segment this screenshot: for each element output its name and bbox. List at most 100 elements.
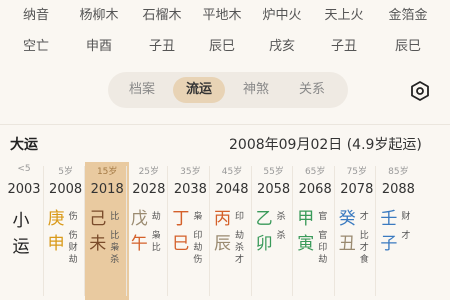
dayun-zhi: 辰 <box>214 234 231 254</box>
nayin-cell: 天上火 <box>324 8 364 23</box>
dayun-year: 2018 <box>90 182 124 197</box>
dayun-column[interactable]: 65岁 2068 甲寅 官官印劫 <box>293 162 337 300</box>
dayun-age: 75岁 <box>346 167 368 177</box>
tab-2[interactable]: 流运 <box>173 77 225 103</box>
dayun-age: 55岁 <box>263 167 284 177</box>
kongwang-cell: 辰巳 <box>208 39 235 54</box>
nayin-cell: 炉中火 <box>262 8 302 23</box>
dayun-column[interactable]: 55岁 2058 乙卯杀杀 <box>252 162 296 300</box>
dayun-gan: 丙 <box>214 209 231 229</box>
dayun-gan: 甲 <box>297 209 315 229</box>
dayun-zhi-shishen: 比枭杀 <box>110 231 120 265</box>
kongwang-row: 空亡 申酉 子丑 辰巳 戌亥 子丑 辰巳 <box>0 36 450 58</box>
column-divider <box>250 166 252 296</box>
dayun-age: 5岁 <box>58 167 73 177</box>
dayun-age: 15岁 <box>96 167 118 177</box>
nayin-cell: 平地木 <box>202 8 242 23</box>
tab-4[interactable]: 关系 <box>286 77 338 103</box>
dayun-zhi: 未 <box>89 234 107 254</box>
kongwang-cell: 子丑 <box>330 39 357 54</box>
dayun-gan: 癸 <box>338 209 356 229</box>
dayun-zhi-shishen: 官印劫 <box>318 231 328 265</box>
dayun-gan-shishen: 官 <box>318 212 328 222</box>
dayun-zhi-shishen: 比才食 <box>359 231 369 265</box>
column-divider <box>292 166 294 296</box>
column-divider <box>167 166 169 296</box>
tab-3[interactable]: 神煞 <box>230 77 282 103</box>
dayun-zhi: 卯 <box>255 234 273 254</box>
dayun-year: 2078 <box>340 182 374 197</box>
dayun-zhi-shishen: 印劫伤 <box>193 231 203 265</box>
dayun-age: 45岁 <box>221 167 243 177</box>
dayun-gan: 己 <box>89 209 107 229</box>
dayun-year: 2058 <box>257 182 291 197</box>
dayun-zhi: 巳 <box>172 234 190 254</box>
dayun-zhi: 丑 <box>338 234 356 254</box>
dayun-column[interactable]: 75岁 2078 癸丑 才比才食 <box>335 162 379 300</box>
kongwang-label: 空亡 <box>22 39 49 54</box>
dayun-column[interactable]: 35岁 2038 丁巳 枭印劫伤 <box>168 162 212 300</box>
dayun-gan-shishen: 印 <box>235 212 245 222</box>
dayun-year: 2068 <box>298 182 332 197</box>
dayun-zhi: 寅 <box>297 234 315 254</box>
dayun-title: 大运 <box>10 137 38 153</box>
xiaoyun-label[interactable]: 小 运 <box>10 208 32 260</box>
dayun-year: 2048 <box>215 182 249 197</box>
column-divider <box>84 166 86 296</box>
dayun-column[interactable]: 85岁 2088 壬子 财才 <box>376 162 420 300</box>
kongwang-cell: 辰巳 <box>394 39 421 54</box>
dayun-gan: 庚 <box>47 209 65 229</box>
dayun-age: 65岁 <box>304 167 326 177</box>
dayun-age: <5 <box>17 164 31 174</box>
dayun-age: 25岁 <box>138 167 160 177</box>
column-divider <box>209 166 210 296</box>
dayun-age: 85岁 <box>388 167 409 177</box>
dayun-gan-shishen: 财 <box>401 212 411 222</box>
kongwang-cell: 戌亥 <box>268 39 295 54</box>
dayun-zhi-shishen: 劫杀才 <box>235 231 245 265</box>
settings-icon[interactable] <box>409 80 431 102</box>
dayun-age: 35岁 <box>180 167 201 177</box>
column-divider <box>333 166 335 296</box>
dayun-zhi-shishen: 杀 <box>276 231 286 241</box>
dayun-column[interactable]: 45岁 2048 丙辰 印劫杀才 <box>210 162 254 300</box>
dayun-zhi-shishen: 伤财劫 <box>68 231 78 265</box>
dayun-gan: 戊 <box>130 209 148 229</box>
kongwang-cell: 子丑 <box>148 39 175 54</box>
column-divider <box>42 166 44 296</box>
kongwang-cell: 申酉 <box>85 39 112 54</box>
nayin-row: 纳音 杨柳木 石榴木 平地木 炉中火 天上火 金箔金 <box>0 5 450 27</box>
xiaoyun-char-1: 小 <box>12 211 30 231</box>
column-divider <box>375 166 377 296</box>
nayin-cell: 石榴木 <box>142 8 182 23</box>
dayun-column[interactable]: 15岁 2018 己未 比比枭杀 <box>85 162 130 300</box>
nayin-cell: 杨柳木 <box>79 8 119 23</box>
dayun-zhi-shishen: 才 <box>401 231 411 241</box>
dayun-zhi-shishen: 枭比 <box>151 231 161 253</box>
xiaoyun-char-2: 运 <box>12 237 30 257</box>
dayun-gan-shishen: 才 <box>359 212 369 222</box>
dayun-year: 2003 <box>7 182 41 197</box>
dayun-gan-shishen: 枭 <box>193 212 203 222</box>
dayun-year: 2088 <box>381 182 415 197</box>
dayun-year: 2028 <box>132 182 166 197</box>
dayun-zhi: 子 <box>380 234 398 254</box>
dayun-gan: 丁 <box>172 209 190 229</box>
dayun-gan: 壬 <box>380 209 398 229</box>
dayun-gan-shishen: 杀 <box>276 212 286 222</box>
column-divider <box>125 166 127 296</box>
dayun-column[interactable]: 5岁 2008 庚申 伤伤财劫 <box>44 162 88 300</box>
dayun-column[interactable]: 25岁 2028 戊午 劫枭比 <box>127 162 171 300</box>
nayin-cell: 金箔金 <box>388 8 428 23</box>
dayun-gan-shishen: 劫 <box>151 212 161 222</box>
nayin-label: 纳音 <box>22 8 49 23</box>
dayun-zhi: 申 <box>47 234 65 254</box>
tab-1[interactable]: 档案 <box>116 77 168 103</box>
dayun-gan-shishen: 伤 <box>68 212 78 222</box>
dayun-start-info: 2008年09月02日 (4.9岁起运) <box>229 137 422 153</box>
dayun-gan: 乙 <box>255 209 273 229</box>
dayun-zhi: 午 <box>130 234 148 254</box>
dayun-year: 2008 <box>49 182 83 197</box>
tab-bar: 档案 流运 神煞 关系 <box>108 72 348 108</box>
divider <box>0 124 450 125</box>
